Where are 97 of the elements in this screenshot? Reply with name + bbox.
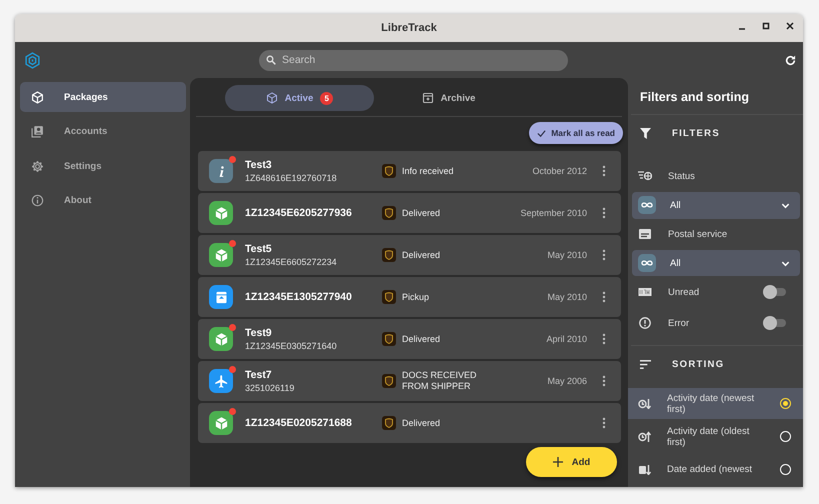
toggle-switch[interactable] [763,316,786,330]
status-text: Pickup [402,292,430,302]
package-card[interactable]: 1Z12345E1305277940 Pickup May 2010 [198,277,621,317]
tracking-number: 3251026119 [245,383,296,393]
tracking-number: 1Z648616E192760718 [245,173,338,183]
shield-logo-icon [382,374,396,388]
sort-option[interactable]: Activity date (oldest first) [628,421,803,452]
date-text: May 2010 [546,292,587,302]
toggle-switch[interactable] [763,285,786,300]
package-card[interactable]: 1Z12345E6205277936 Delivered September 2010 [198,193,621,233]
tracking-number: 1Z12345E1305277940 [245,291,353,303]
status-text: Delivered [402,334,442,344]
filter-label: Unread [668,286,700,298]
status-text: DOCS RECEIVED FROM SHIPPER [402,370,478,392]
package-card[interactable]: Test7 3251026119 DOCS RECEIVED FROM SHIPPER May 2006 [198,361,621,401]
shield-logo-icon [382,290,396,304]
sidebar-item[interactable]: Packages [20,82,186,112]
chevron-down-icon [781,200,790,210]
sort-option[interactable]: Activity date (newest first) [628,388,803,420]
filter-icon [640,128,651,139]
maximize-icon[interactable] [761,21,771,31]
box-icon [214,290,228,304]
package-icon [214,332,228,346]
package-card[interactable]: Test9 1Z12345E0305271640 Delivered April 2010 [198,319,621,359]
tab-label: Archive [440,92,476,104]
tab[interactable]: Active 5 [225,85,374,111]
shield-logo-icon [382,332,396,346]
hexagon-logo-icon [24,52,41,68]
clock-up-arrow-icon [638,431,651,442]
status-text: Delivered [402,418,442,428]
new-label-icon [638,286,652,298]
date-text: May 2010 [546,250,587,260]
mark-all-read-button[interactable]: Mark all as read [529,122,623,144]
section-heading: SORTING [672,358,724,370]
tracking-number: 1Z12345E6205277936 [245,207,353,219]
filter-label: Status [668,170,696,182]
infinity-icon [638,254,656,272]
archive-icon [422,92,434,104]
date-text: October 2012 [531,166,587,176]
add-floating-button[interactable]: Add [526,447,617,477]
plus-icon [552,457,563,467]
sidebar-item[interactable]: Accounts [20,116,186,146]
tracking-number: 1Z12345E0305271640 [245,341,338,351]
status-text: Info received [402,166,455,176]
package-name: Test9 [245,327,273,339]
package-card[interactable]: 1Z12345E0205271688 Delivered [198,403,621,443]
filter-label: Postal service [668,228,728,240]
radio-button[interactable] [780,398,791,410]
package-card[interactable]: Test3 1Z648616E192760718 Info received October 2012 [198,151,621,191]
package-icon [214,416,228,430]
package-icon [31,90,44,104]
contacts-icon [31,125,44,138]
sidebar-item[interactable]: Settings [20,151,186,181]
search-icon [266,55,276,65]
check-icon [537,128,546,138]
tab[interactable]: Archive [374,85,523,111]
refresh-icon[interactable] [784,54,797,66]
tab-label: Active [284,92,314,104]
package-icon [214,248,228,262]
date-text: September 2010 [519,208,587,218]
package-icon [266,92,278,104]
window-title: LibreTrack [381,22,437,34]
airplane-icon [214,374,228,388]
search-field[interactable]: Search [259,50,568,70]
sort-option[interactable]: Date added (newest [628,454,803,486]
package-name: Test3 [245,159,273,171]
postcard-icon [638,228,652,240]
package-card[interactable]: Test5 1Z12345E6605272234 Delivered May 2010 [198,235,621,275]
dropdown-field[interactable]: All [632,192,800,219]
filter-label: Error [668,318,690,329]
package-name: Test7 [245,369,273,381]
chevron-down-icon [781,258,790,268]
shield-logo-icon [382,248,396,262]
status-text: Delivered [402,208,442,218]
status-text: Delivered [402,250,442,260]
alert-circle-icon [638,317,652,330]
panel-title: Filters and sorting [639,89,750,106]
package-name: Test5 [245,243,273,255]
shield-logo-icon [382,164,396,178]
sort-icon [640,358,651,370]
shield-logo-icon [382,206,396,220]
date-text: May 2006 [546,376,587,386]
dropdown-field[interactable]: All [632,250,800,276]
tracking-number: 1Z12345E6605272234 [245,257,338,267]
close-icon[interactable] [785,21,795,31]
package-icon [214,206,228,220]
shield-logo-icon [382,416,396,430]
info-icon [31,194,44,207]
sidebar-item[interactable]: About [20,186,186,216]
tracking-number: 1Z12345E0205271688 [245,417,353,429]
infinity-icon [638,196,656,214]
filter-status-icon [638,170,652,182]
date-text: April 2010 [545,334,587,344]
gear-icon [31,160,44,172]
section-heading: FILTERS [672,128,720,139]
clock-down-arrow-icon [638,398,651,410]
count-badge: 5 [320,92,334,104]
